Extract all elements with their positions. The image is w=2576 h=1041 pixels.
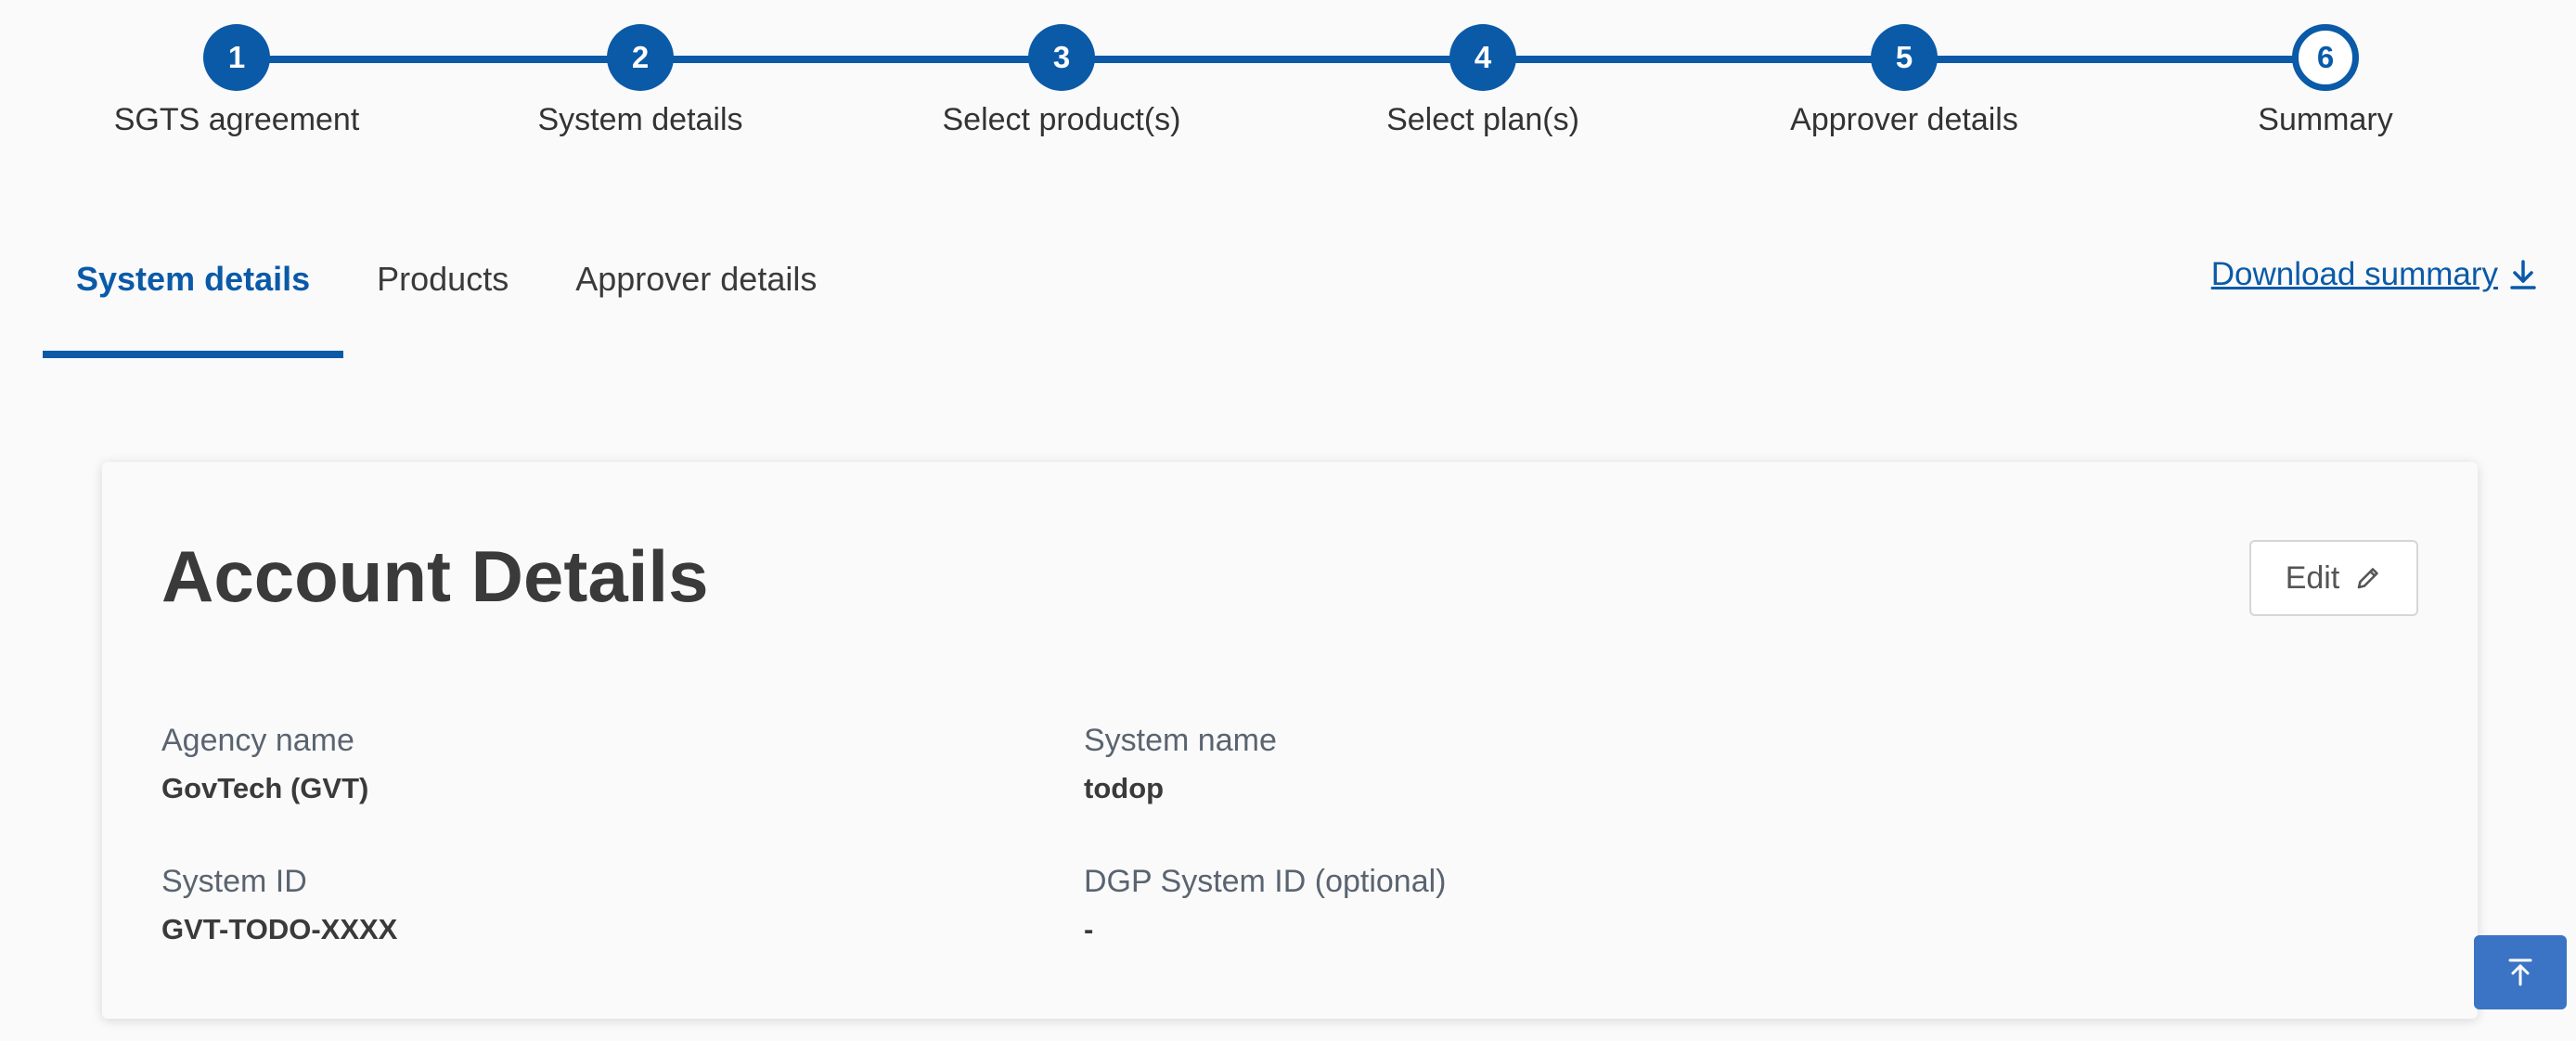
step-number: 1 (203, 24, 270, 91)
step-label: Approver details (1790, 102, 2018, 137)
pencil-icon (2357, 568, 2379, 589)
step-number: 2 (607, 24, 674, 91)
step-label: SGTS agreement (113, 102, 360, 137)
step-summary: 6 Summary (2112, 24, 2539, 138)
field-dgp-system-id: DGP System ID (optional) - (1084, 861, 1919, 948)
step-select-plans[interactable]: 4 Select plan(s) (1269, 24, 1696, 138)
tab-products[interactable]: Products (343, 241, 542, 358)
edit-button-label: Edit (2285, 559, 2340, 596)
step-label: Select plan(s) (1386, 102, 1579, 137)
field-agency-name: Agency name GovTech (GVT) (161, 720, 997, 807)
download-icon (2510, 260, 2536, 289)
arrow-up-to-line-icon (2508, 958, 2532, 986)
field-value: GovTech (GVT) (161, 772, 369, 804)
step-number: 4 (1449, 24, 1516, 91)
download-summary-link[interactable]: Download summary (2211, 256, 2537, 293)
step-select-products[interactable]: 3 Select product(s) (848, 24, 1275, 138)
step-system-details[interactable]: 2 System details (427, 24, 854, 138)
field-label: System name (1084, 723, 1277, 758)
step-number: 3 (1028, 24, 1095, 91)
field-value: GVT-TODO-XXXX (161, 913, 398, 945)
field-system-name: System name todop (1084, 720, 1919, 807)
step-sgts-agreement[interactable]: 1 SGTS agreement (23, 24, 450, 138)
step-approver-details[interactable]: 5 Approver details (1691, 24, 2118, 138)
edit-button[interactable]: Edit (2249, 540, 2418, 616)
field-value: - (1084, 913, 1094, 945)
step-number-current: 6 (2292, 24, 2359, 91)
field-value: todop (1084, 772, 1165, 804)
account-details-card: Account Details Edit Agency name GovTech… (102, 462, 2478, 1019)
field-label: DGP System ID (optional) (1084, 864, 1447, 899)
step-label: Summary (2258, 102, 2393, 137)
field-label: Agency name (161, 723, 354, 758)
progress-stepper: 1 SGTS agreement 2 System details 3 Sele… (0, 0, 2576, 158)
step-label: System details (537, 102, 743, 137)
field-label: System ID (161, 864, 307, 899)
tab-system-details[interactable]: System details (43, 241, 344, 358)
field-system-id: System ID GVT-TODO-XXXX (161, 861, 997, 948)
tab-approver-details[interactable]: Approver details (542, 241, 850, 358)
step-label: Select product(s) (942, 102, 1181, 137)
summary-tabs: System details Products Approver details (43, 241, 850, 358)
card-title: Account Details (161, 535, 709, 617)
download-summary-label: Download summary (2210, 256, 2498, 292)
back-to-top-button[interactable] (2474, 935, 2567, 1009)
step-number: 5 (1871, 24, 1938, 91)
